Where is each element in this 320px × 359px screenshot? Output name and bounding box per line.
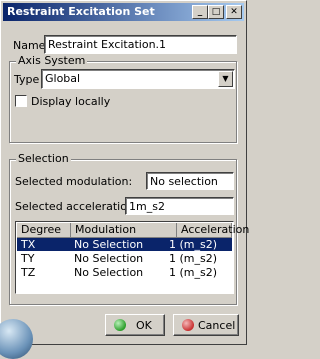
- selected-acceleration-field[interactable]: 1m_s2: [125, 197, 234, 215]
- dialog-window: Restraint Excitation Set _ □ ✕ Name Rest…: [0, 0, 249, 359]
- type-label: Type: [14, 73, 40, 86]
- cell-acceleration: 1 (m_s2): [169, 266, 218, 279]
- table-row[interactable]: TY No Selection 1 (m_s2): [17, 252, 232, 265]
- column-header-acceleration[interactable]: Acceleration: [177, 223, 249, 238]
- cell-degree: TZ: [21, 266, 36, 279]
- table-row[interactable]: TX No Selection 1 (m_s2): [17, 238, 232, 251]
- degree-table: Degree Modulation Acceleration TX No Sel…: [15, 221, 249, 294]
- minimize-icon[interactable]: _: [192, 5, 208, 19]
- name-label: Name: [13, 39, 46, 52]
- maximize-icon[interactable]: □: [208, 5, 224, 19]
- cell-modulation: No Selection: [74, 238, 144, 251]
- type-select[interactable]: Global ▼: [41, 69, 235, 89]
- selected-acceleration-label: Selected acceleration:: [15, 200, 138, 213]
- globe-logo-icon: [0, 319, 33, 359]
- cell-acceleration: 1 (m_s2): [169, 252, 218, 265]
- ok-button-label: OK: [136, 319, 152, 332]
- title-bar[interactable]: Restraint Excitation Set _ □ ✕: [3, 3, 244, 21]
- ok-icon: [114, 319, 126, 331]
- type-select-value: Global: [45, 72, 81, 85]
- cell-modulation: No Selection: [74, 252, 144, 265]
- cell-degree: TY: [21, 252, 35, 265]
- column-header-degree[interactable]: Degree: [17, 223, 71, 238]
- selection-label: Selection: [16, 152, 71, 165]
- cancel-button[interactable]: Cancel: [173, 314, 239, 336]
- selected-modulation-field[interactable]: No selection: [146, 172, 234, 190]
- display-locally-label: Display locally: [31, 95, 111, 108]
- selected-modulation-label: Selected modulation:: [15, 175, 133, 188]
- window-title: Restraint Excitation Set: [7, 5, 155, 18]
- ok-button[interactable]: OK: [105, 314, 165, 336]
- close-icon[interactable]: ✕: [226, 5, 242, 19]
- column-header-modulation[interactable]: Modulation: [71, 223, 177, 238]
- cancel-button-label: Cancel: [198, 319, 236, 332]
- axis-system-label: Axis System: [16, 54, 88, 67]
- chevron-down-icon[interactable]: ▼: [218, 71, 233, 87]
- cell-modulation: No Selection: [74, 266, 144, 279]
- cancel-icon: [182, 319, 194, 331]
- table-row[interactable]: TZ No Selection 1 (m_s2): [17, 266, 232, 279]
- cell-acceleration: 1 (m_s2): [169, 238, 218, 251]
- cell-degree: TX: [21, 238, 36, 251]
- display-locally-checkbox[interactable]: [15, 95, 27, 107]
- name-field[interactable]: Restraint Excitation.1: [44, 35, 237, 54]
